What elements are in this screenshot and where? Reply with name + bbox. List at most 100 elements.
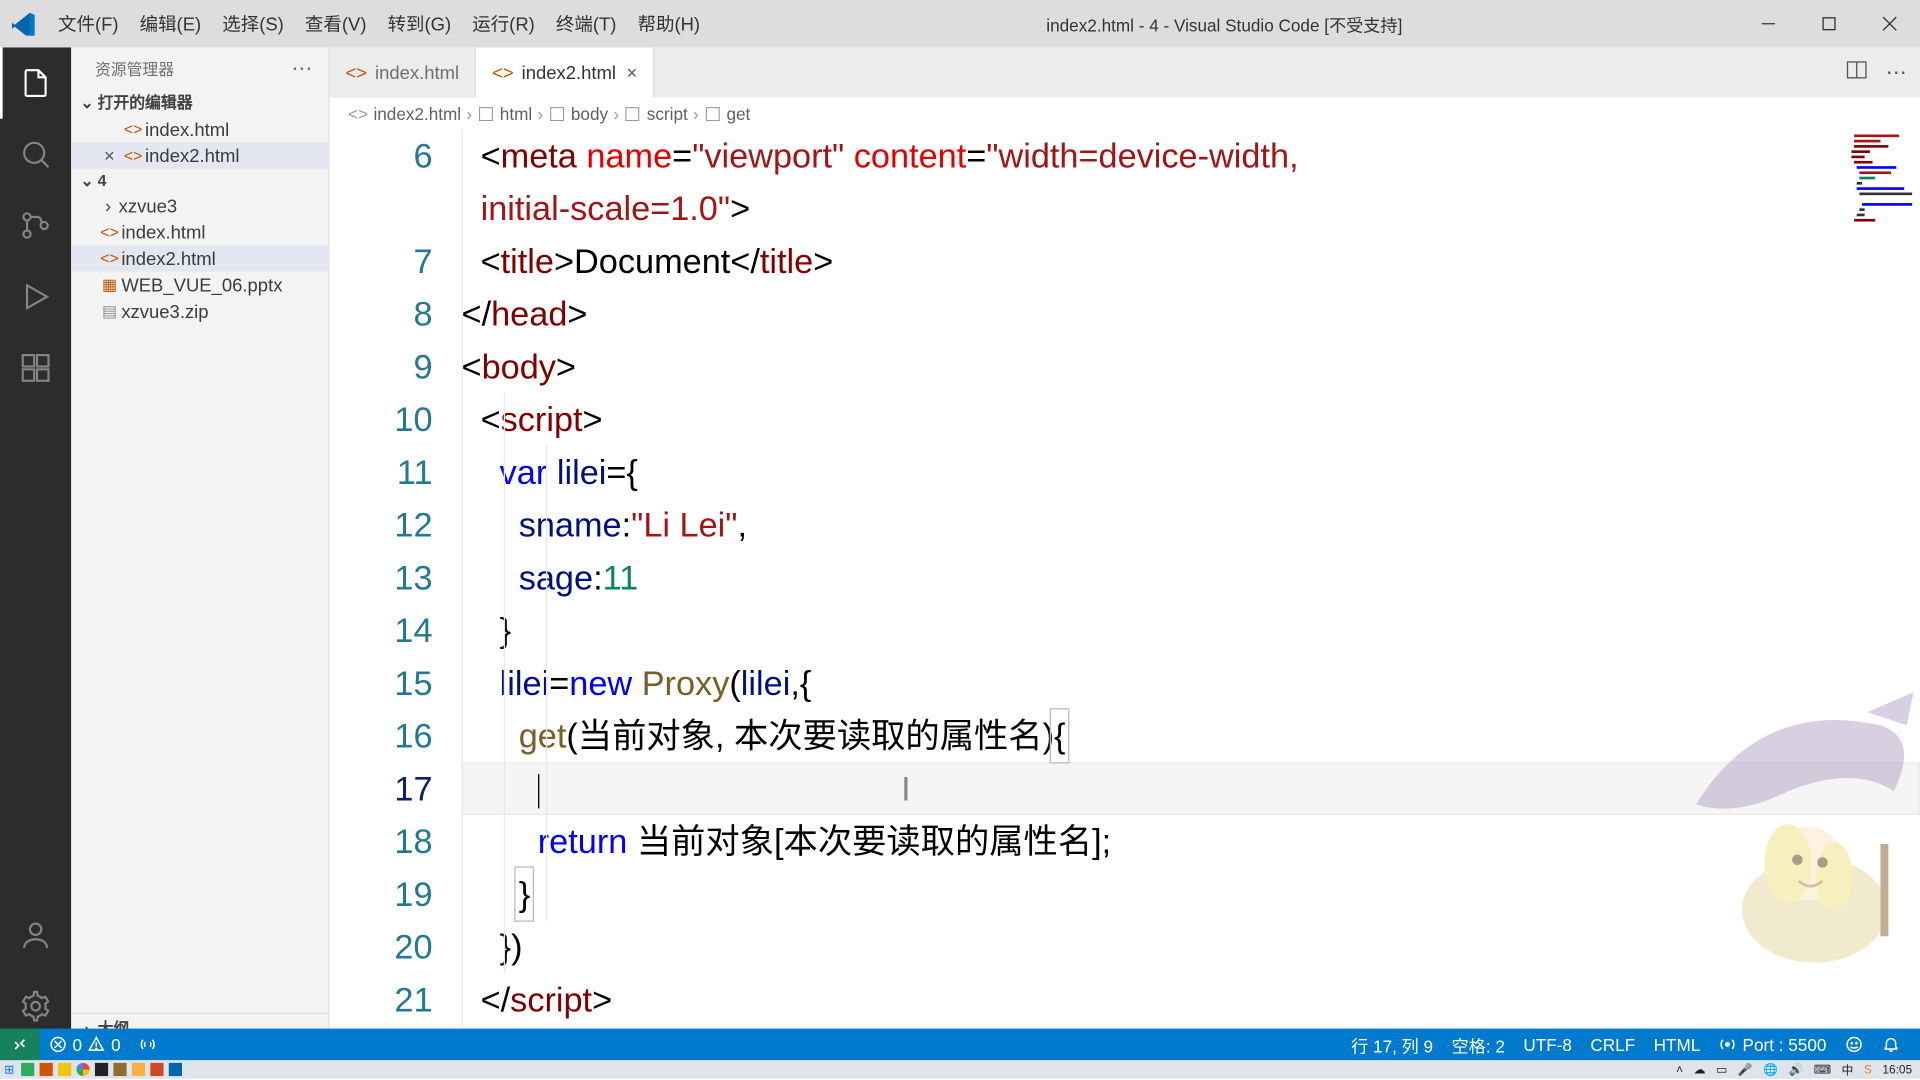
status-eol[interactable]: CRLF xyxy=(1581,1035,1644,1055)
tree-label: xzvue3.zip xyxy=(121,301,328,322)
explorer-icon[interactable] xyxy=(0,47,71,118)
menu-help[interactable]: 帮助(H) xyxy=(627,11,711,37)
maximize-button[interactable] xyxy=(1799,0,1860,47)
tree-label: index.html xyxy=(121,222,328,243)
split-editor-icon[interactable] xyxy=(1846,59,1867,87)
close-icon[interactable]: × xyxy=(98,145,122,166)
minimap[interactable] xyxy=(1849,129,1920,1042)
status-spaces[interactable]: 空格: 2 xyxy=(1442,1032,1514,1057)
menu-view[interactable]: 查看(V) xyxy=(294,11,377,37)
extensions-icon[interactable] xyxy=(0,332,71,403)
menu-bar: 文件(F) 编辑(E) 选择(S) 查看(V) 转到(G) 运行(R) 终端(T… xyxy=(47,11,710,37)
menu-terminal[interactable]: 终端(T) xyxy=(545,11,627,37)
breadcrumb-item[interactable]: index2.html xyxy=(373,104,461,124)
open-editor-label: index.html xyxy=(145,119,328,140)
close-icon[interactable]: × xyxy=(627,62,638,83)
more-actions-icon[interactable]: ⋯ xyxy=(1886,59,1907,85)
menu-goto[interactable]: 转到(G) xyxy=(377,11,462,37)
tray-ime-icon[interactable]: 中 xyxy=(1841,1061,1853,1078)
tray-chevron-icon[interactable]: ˄ xyxy=(1676,1063,1683,1076)
minimize-button[interactable] xyxy=(1738,0,1799,47)
tray-keyboard-icon[interactable]: ⌨ xyxy=(1814,1062,1831,1077)
html-file-icon: <> xyxy=(98,249,122,267)
taskbar-app-icon[interactable] xyxy=(40,1063,53,1076)
sidebar-more-icon[interactable]: ⋯ xyxy=(291,61,312,77)
html-file-icon: <> xyxy=(121,146,145,164)
taskbar-app-icon[interactable] xyxy=(95,1063,108,1076)
window-title: index2.html - 4 - Visual Studio Code [不受… xyxy=(711,11,1738,36)
source-control-icon[interactable] xyxy=(0,190,71,261)
status-port-label: Port : 5500 xyxy=(1743,1035,1827,1055)
code-editor[interactable]: 6789101112131415161718192021 <meta name=… xyxy=(330,129,1920,1042)
sidebar-title: 资源管理器 xyxy=(95,58,174,80)
breadcrumb-item[interactable]: body xyxy=(571,104,608,124)
status-linecol[interactable]: 行 17, 列 9 xyxy=(1342,1032,1442,1057)
tree-file[interactable]: <> index.html xyxy=(71,219,328,245)
breadcrumb-item[interactable]: html xyxy=(500,104,532,124)
tray-battery-icon[interactable]: ▭ xyxy=(1716,1062,1727,1077)
html-file-icon: <> xyxy=(345,62,367,83)
html-file-icon: <> xyxy=(98,223,122,241)
open-editor-item[interactable]: <> index.html xyxy=(71,116,328,142)
start-icon[interactable]: ⊞ xyxy=(0,1060,18,1078)
tree-file[interactable]: ▤ xzvue3.zip xyxy=(71,298,328,324)
taskbar-app-icon[interactable] xyxy=(76,1063,89,1076)
folder-section[interactable]: ⌄ 4 xyxy=(71,169,328,193)
tab-index-html[interactable]: <> index.html xyxy=(330,47,477,97)
taskbar-app-icon[interactable] xyxy=(113,1063,126,1076)
account-icon[interactable] xyxy=(0,899,71,970)
search-icon[interactable] xyxy=(0,119,71,190)
open-editors-section[interactable]: ⌄ 打开的编辑器 xyxy=(71,88,328,116)
taskbar-vscode-icon[interactable] xyxy=(169,1063,182,1076)
open-editor-item[interactable]: × <> index2.html xyxy=(71,142,328,168)
status-errors[interactable]: 0 0 xyxy=(40,1035,130,1055)
explorer-sidebar: 资源管理器 ⋯ ⌄ 打开的编辑器 <> index.html × <> inde… xyxy=(71,47,329,1041)
tree-label: index2.html xyxy=(121,248,328,269)
tree-file[interactable]: <> index2.html xyxy=(71,245,328,271)
tray-time[interactable]: 16:05 xyxy=(1882,1063,1912,1076)
windows-taskbar: ⊞ ˄ ☁ ▭ 🎤 🌐 🔊 ⌨ 中 S 16:05 xyxy=(0,1060,1920,1078)
breadcrumb-item[interactable]: script xyxy=(647,104,688,124)
code-lines[interactable]: <meta name="viewport" content="width=dev… xyxy=(462,129,1920,1042)
status-feedback-icon[interactable] xyxy=(1836,1035,1873,1053)
html-file-icon: <> xyxy=(121,120,145,138)
tray-globe-icon[interactable]: 🌐 xyxy=(1763,1062,1778,1077)
status-bell-icon[interactable] xyxy=(1873,1035,1910,1053)
close-button[interactable] xyxy=(1859,0,1920,47)
status-language[interactable]: HTML xyxy=(1644,1035,1709,1055)
open-editors-label: 打开的编辑器 xyxy=(98,91,193,113)
tab-index2-html[interactable]: <> index2.html × xyxy=(476,47,654,97)
status-encoding[interactable]: UTF-8 xyxy=(1514,1035,1581,1055)
error-count: 0 xyxy=(73,1035,83,1055)
line-gutter: 6789101112131415161718192021 xyxy=(330,129,462,1042)
run-debug-icon[interactable] xyxy=(0,261,71,332)
html-file-icon: <> xyxy=(492,62,514,83)
taskbar-app-icon[interactable] xyxy=(21,1063,34,1076)
status-live[interactable] xyxy=(130,1035,167,1053)
symbol-icon xyxy=(548,104,565,124)
tray-mic-icon[interactable]: 🎤 xyxy=(1738,1062,1753,1077)
tray-volume-icon[interactable]: 🔊 xyxy=(1788,1062,1803,1077)
taskbar-app-icon[interactable] xyxy=(132,1063,145,1076)
title-bar: 文件(F) 编辑(E) 选择(S) 查看(V) 转到(G) 运行(R) 终端(T… xyxy=(0,0,1920,47)
taskbar-app-icon[interactable] xyxy=(58,1063,71,1076)
breadcrumb-item[interactable]: get xyxy=(726,104,750,124)
menu-edit[interactable]: 编辑(E) xyxy=(129,11,212,37)
tree-label: WEB_VUE_06.pptx xyxy=(121,274,328,295)
chevron-down-icon: ⌄ xyxy=(76,93,97,111)
tray-cloud-icon[interactable]: ☁ xyxy=(1694,1062,1706,1077)
tree-file[interactable]: ▦ WEB_VUE_06.pptx xyxy=(71,272,328,298)
menu-file[interactable]: 文件(F) xyxy=(47,11,129,37)
zip-file-icon: ▤ xyxy=(98,302,122,320)
tree-folder[interactable]: › xzvue3 xyxy=(71,193,328,219)
status-port[interactable]: Port : 5500 xyxy=(1710,1035,1836,1055)
folder-name: 4 xyxy=(98,171,107,189)
remote-indicator[interactable] xyxy=(0,1029,40,1061)
breadcrumb[interactable]: <> index2.html › html › body › script › … xyxy=(330,98,1920,130)
taskbar-app-icon[interactable] xyxy=(150,1063,163,1076)
vscode-logo-icon xyxy=(0,12,47,36)
menu-run[interactable]: 运行(R) xyxy=(462,11,546,37)
menu-select[interactable]: 选择(S) xyxy=(212,11,295,37)
activity-bar xyxy=(0,47,71,1041)
tray-ime2-icon[interactable]: S xyxy=(1864,1063,1872,1076)
